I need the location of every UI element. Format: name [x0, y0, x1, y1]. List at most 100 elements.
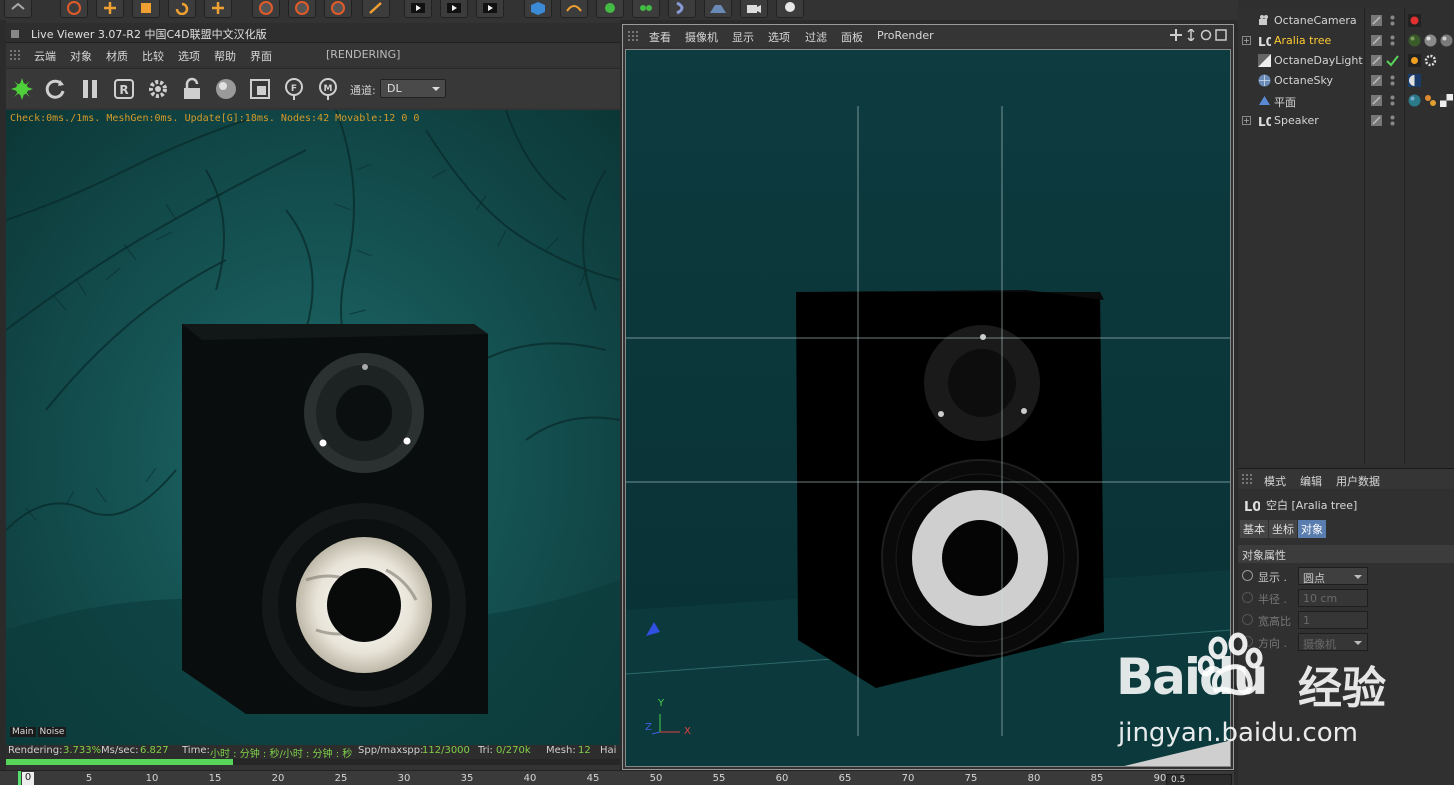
object-row-aralia-tree[interactable]: + L0 Aralia tree — [1238, 31, 1454, 51]
render-view-icon[interactable] — [404, 0, 432, 18]
layer-icon[interactable] — [1370, 74, 1383, 87]
zoom-icon[interactable] — [1185, 29, 1197, 41]
y-axis-lock-icon[interactable] — [288, 0, 316, 18]
pan-icon[interactable] — [1170, 29, 1182, 41]
orbit-icon[interactable] — [1200, 29, 1212, 41]
subdivision-icon[interactable] — [596, 0, 624, 18]
viewport-menubar: 查看 摄像机 显示 选项 过滤 面板 ProRender — [623, 25, 1233, 47]
x-axis-lock-icon[interactable] — [252, 0, 280, 18]
camera-tag-icon[interactable] — [1408, 14, 1421, 27]
layer-icon[interactable] — [1370, 94, 1383, 107]
material-tag-icon[interactable] — [1424, 34, 1437, 47]
animate-radio-icon[interactable] — [1242, 570, 1253, 581]
pass-tab-main[interactable]: Main — [10, 727, 36, 737]
timeline[interactable]: 0 5 10 15 20 25 30 35 40 45 50 55 60 65 70 75 80 85 90 0.… — [0, 770, 1234, 785]
object-row-octanecamera[interactable]: OctaneCamera — [1238, 11, 1454, 31]
tab-object[interactable]: 对象 — [1298, 520, 1326, 538]
send-scene-icon[interactable] — [8, 75, 36, 103]
expand-plus-icon[interactable]: + — [1242, 116, 1251, 125]
material-tag-icon[interactable] — [1440, 34, 1453, 47]
material-tag-icon[interactable] — [1408, 34, 1421, 47]
expand-plus-icon[interactable]: + — [1242, 36, 1251, 45]
undo-icon[interactable] — [4, 0, 32, 18]
viewport-menu-filter[interactable]: 过滤 — [805, 29, 827, 45]
menu-objects[interactable]: 对象 — [70, 48, 92, 64]
render-picture-viewer-icon[interactable] — [440, 0, 468, 18]
region-render-icon[interactable]: R — [110, 75, 138, 103]
clay-mode-icon[interactable] — [246, 75, 274, 103]
maximize-view-icon[interactable] — [1215, 29, 1227, 41]
visibility-dots-icon[interactable] — [1386, 94, 1399, 107]
layer-icon[interactable] — [1370, 114, 1383, 127]
channel-select[interactable]: DL — [380, 79, 446, 98]
svg-text:L0: L0 — [1244, 500, 1260, 512]
menu-materials[interactable]: 材质 — [106, 48, 128, 64]
menu-interface[interactable]: 界面 — [250, 48, 272, 64]
viewport-menu-panel[interactable]: 面板 — [841, 29, 863, 45]
object-row-octanedaylight[interactable]: OctaneDayLight — [1238, 51, 1454, 71]
environment-tag-icon[interactable] — [1408, 74, 1421, 87]
timeline-playhead[interactable] — [18, 771, 21, 785]
viewport-menu-camera[interactable]: 摄像机 — [685, 29, 718, 45]
visibility-dots-icon[interactable] — [1386, 14, 1399, 27]
cube-icon[interactable] — [524, 0, 552, 18]
menu-options[interactable]: 选项 — [178, 48, 200, 64]
viewport-menu-options[interactable]: 选项 — [768, 29, 790, 45]
move-tool-icon[interactable] — [96, 0, 124, 18]
light-bulb-icon[interactable] — [776, 0, 804, 18]
pause-icon[interactable] — [76, 75, 104, 103]
sky-icon — [1258, 74, 1271, 87]
pen-spline-icon[interactable] — [560, 0, 588, 18]
select-tool-icon[interactable] — [60, 0, 88, 18]
object-row-plane[interactable]: 平面 — [1238, 91, 1454, 111]
scale-tool-icon[interactable] — [132, 0, 160, 18]
checker-tag-icon[interactable] — [1440, 94, 1453, 107]
display-select[interactable]: 圆点 — [1298, 567, 1368, 585]
object-row-speaker[interactable]: + L0 Speaker — [1238, 111, 1454, 131]
render-output[interactable]: Check:0ms./1ms. MeshGen:0ms. Update[G]:1… — [6, 110, 620, 745]
visibility-dots-icon[interactable] — [1386, 74, 1399, 87]
viewport-menu-view[interactable]: 查看 — [649, 29, 671, 45]
deformer-icon[interactable] — [668, 0, 696, 18]
visibility-dots-icon[interactable] — [1386, 34, 1399, 47]
sun-tag-icon[interactable] — [1408, 54, 1421, 67]
attr-menu-mode[interactable]: 模式 — [1264, 473, 1286, 489]
menu-grip-icon — [10, 50, 20, 60]
rotate-tool-icon[interactable] — [168, 0, 196, 18]
menu-help[interactable]: 帮助 — [214, 48, 236, 64]
viewport-menu-display[interactable]: 显示 — [732, 29, 754, 45]
gear-tag-icon[interactable] — [1424, 54, 1437, 67]
lock-icon[interactable] — [178, 75, 206, 103]
restart-render-icon[interactable] — [42, 75, 70, 103]
cloner-icon[interactable] — [632, 0, 660, 18]
layer-icon[interactable] — [1370, 14, 1383, 27]
transform-tool-icon[interactable] — [204, 0, 232, 18]
motion-blur-icon[interactable]: M — [314, 75, 342, 103]
object-row-octanesky[interactable]: OctaneSky — [1238, 71, 1454, 91]
chevron-down-icon — [432, 87, 440, 91]
timeline-tick-label: 30 — [397, 773, 411, 784]
material-tag-icon[interactable] — [1424, 94, 1437, 107]
layer-icon[interactable] — [1370, 54, 1383, 67]
layer-icon[interactable] — [1370, 34, 1383, 47]
tab-basic[interactable]: 基本 — [1240, 520, 1268, 538]
z-axis-lock-icon[interactable] — [324, 0, 352, 18]
panel-grip-icon[interactable] — [10, 29, 20, 39]
pass-tab-noise[interactable]: Noise — [37, 727, 67, 737]
menu-cloud[interactable]: 云端 — [34, 48, 56, 64]
material-ball-icon[interactable] — [212, 75, 240, 103]
attr-menu-edit[interactable]: 编辑 — [1300, 473, 1322, 489]
tab-coordinates[interactable]: 坐标 — [1269, 520, 1297, 538]
check-icon[interactable] — [1386, 54, 1399, 67]
attr-menu-user-data[interactable]: 用户数据 — [1336, 473, 1380, 489]
viewport-menu-prorender[interactable]: ProRender — [877, 29, 934, 42]
camera-icon[interactable] — [740, 0, 768, 18]
settings-gear-icon[interactable] — [144, 75, 172, 103]
menu-compare[interactable]: 比较 — [142, 48, 164, 64]
coordinate-system-icon[interactable] — [362, 0, 390, 18]
visibility-dots-icon[interactable] — [1386, 114, 1399, 127]
floor-icon[interactable] — [704, 0, 732, 18]
render-settings-icon[interactable] — [476, 0, 504, 18]
material-tag-icon[interactable] — [1408, 94, 1421, 107]
film-settings-icon[interactable]: F — [280, 75, 308, 103]
